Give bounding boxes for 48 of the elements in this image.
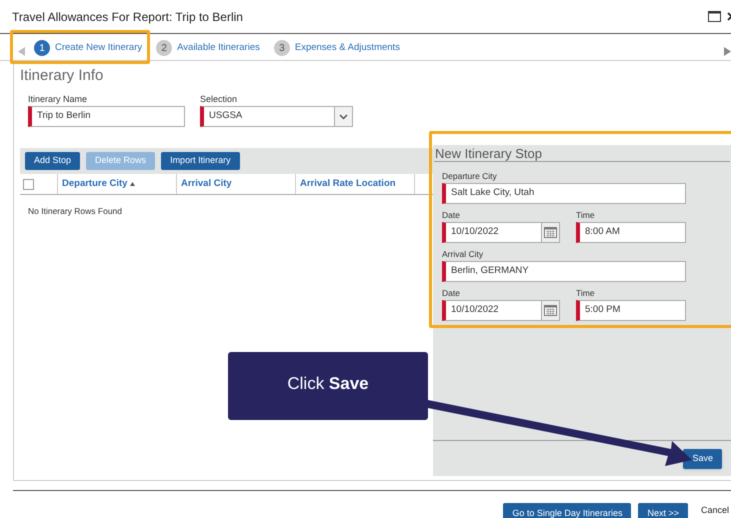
select-all-checkbox[interactable] [23,178,34,190]
footer-button[interactable]: Go to Single Day Itineraries [503,503,632,518]
date-field[interactable]: 10/10/2022 [442,222,542,243]
scroll-right-icon[interactable] [724,47,731,56]
step-tab[interactable]: 2 Available Itineraries [156,40,260,56]
footer-button[interactable]: Next >> [638,503,688,518]
column-header[interactable]: Departure City [62,176,128,192]
field-label: Selection [200,94,238,105]
column-header[interactable]: Arrival Rate Location [300,176,396,192]
step-label: Available Itineraries [177,40,260,55]
column-header[interactable]: Arrival City [181,176,232,192]
field-label: Time [576,288,596,298]
window-title: Travel Allowances For Report: Trip to Berlin [12,8,243,26]
panel-heading: New Itinerary Stop [434,145,730,162]
cancel-link[interactable]: Cancel [700,503,729,518]
toolbar-button[interactable]: Import Itinerary [161,152,240,170]
step-tab[interactable]: 3 Expenses & Adjustments [274,40,400,56]
step-number: 2 [156,40,172,56]
field-label: Date [442,288,461,298]
text-field[interactable]: Trip to Berlin [28,106,185,127]
toolbar-button[interactable]: Add Stop [25,152,80,170]
step-label: Create New Itinerary [55,40,142,55]
text-field[interactable]: Berlin, GERMANY [442,261,686,282]
sort-ascending-icon [130,182,136,186]
field-label: Itinerary Name [28,94,88,105]
text-field[interactable]: Salt Lake City, Utah [442,183,686,204]
field-label: Time [576,210,596,220]
maximize-icon[interactable] [708,11,721,22]
field-label: Date [442,210,461,220]
step-number: 1 [34,40,50,56]
select-field[interactable]: USGSA [200,106,353,127]
time-field[interactable]: 8:00 AM [576,222,686,243]
field-label: Arrival City [442,249,484,259]
calendar-icon [544,227,557,238]
time-field[interactable]: 5:00 PM [576,300,686,321]
save-button[interactable]: Save [683,448,722,468]
section-heading: Itinerary Info [19,66,104,85]
date-field[interactable]: 10/10/2022 [442,300,542,321]
calendar-button[interactable] [542,300,560,321]
calendar-button[interactable] [542,222,560,243]
callout-text: Click Save [287,373,369,396]
step-tab[interactable]: 1 Create New Itinerary [34,40,142,56]
calendar-icon [544,305,557,316]
field-label: Departure City [442,171,498,181]
step-number: 3 [274,40,290,56]
step-label: Expenses & Adjustments [294,40,400,55]
chevron-down-icon [339,114,348,120]
empty-message: No Itinerary Rows Found [27,205,122,218]
